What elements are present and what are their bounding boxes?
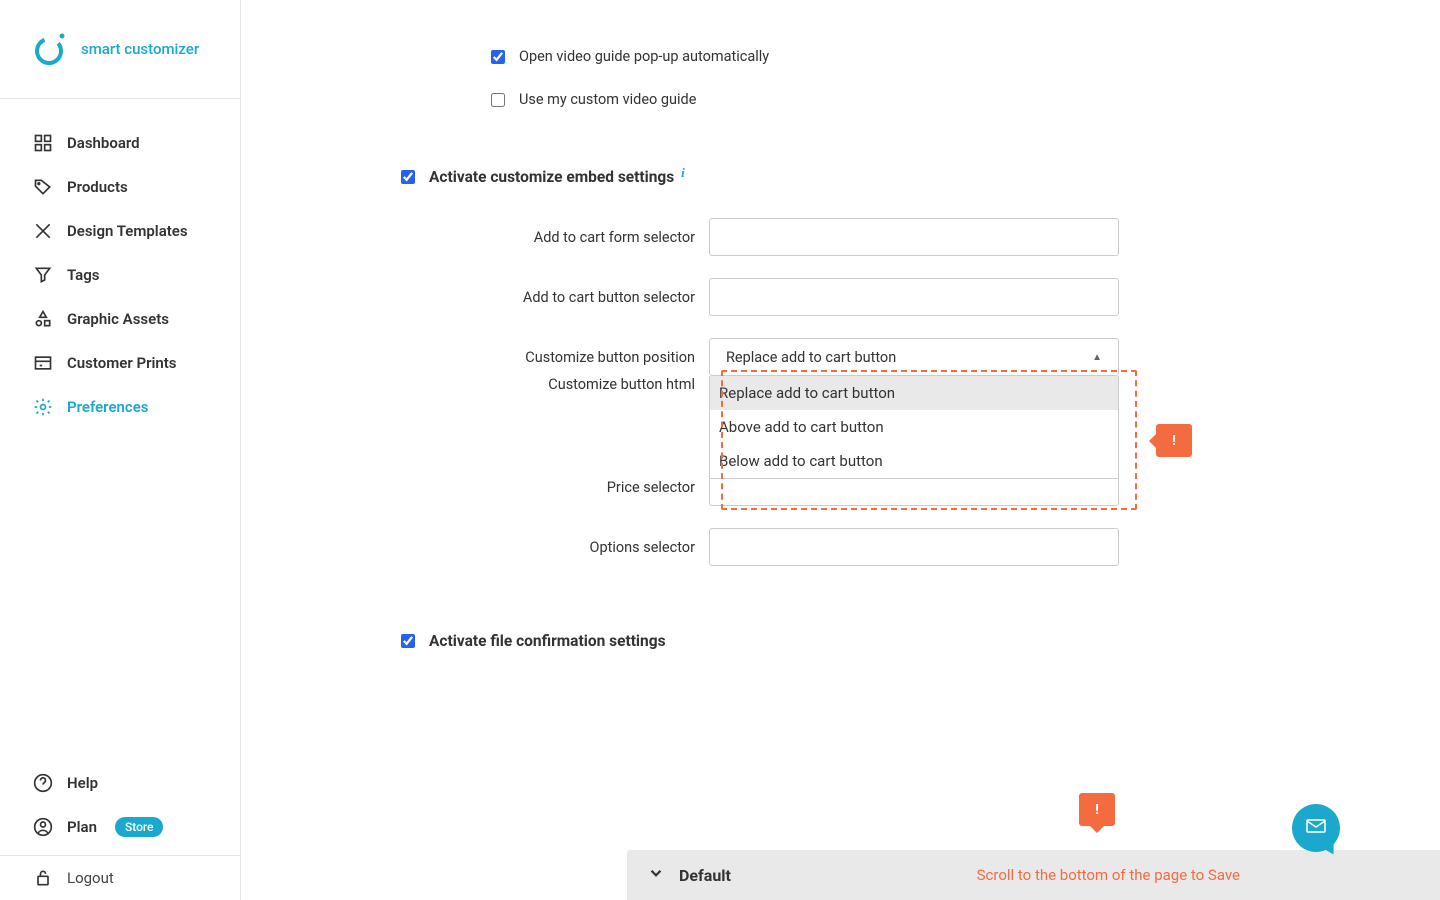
sidebar-item-label: Plan <box>67 818 97 836</box>
button-position-label: Customize button position <box>401 349 709 366</box>
sidebar-item-label: Help <box>67 774 98 792</box>
sidebar-item-tags[interactable]: Tags <box>0 253 240 297</box>
main-content: Open video guide pop-up automatically Us… <box>241 0 1440 900</box>
button-position-dropdown: Replace add to cart button Above add to … <box>709 376 1119 479</box>
logout-icon <box>33 868 53 888</box>
sidebar-item-label: Logout <box>67 869 114 887</box>
dropdown-option-replace[interactable]: Replace add to cart button <box>710 376 1118 410</box>
cart-button-label: Add to cart button selector <box>401 289 709 306</box>
chat-fab[interactable] <box>1292 804 1340 852</box>
activate-embed-checkbox[interactable] <box>401 170 415 184</box>
button-position-select-wrap: Replace add to cart button ▲ Replace add… <box>709 338 1119 376</box>
cart-form-row: Add to cart form selector <box>401 218 1440 256</box>
gear-icon <box>33 397 53 417</box>
help-icon <box>33 773 53 793</box>
sidebar-item-label: Graphic Assets <box>67 310 169 328</box>
button-position-row: Customize button position Replace add to… <box>401 338 1440 376</box>
activate-embed-label: Activate customize embed settings i <box>429 168 685 186</box>
options-selector-label: Options selector <box>401 539 709 556</box>
user-icon <box>33 817 53 837</box>
button-html-label: Customize button html <box>401 376 709 393</box>
activate-file-row: Activate file confirmation settings <box>401 632 1440 650</box>
prints-icon <box>33 353 53 373</box>
open-video-row: Open video guide pop-up automatically <box>491 48 1440 65</box>
activate-file-checkbox[interactable] <box>401 634 415 648</box>
chevron-down-icon <box>647 864 665 886</box>
button-position-selected: Replace add to cart button <box>726 349 896 366</box>
highlight-marker: ! <box>1156 424 1192 457</box>
button-position-select[interactable]: Replace add to cart button ▲ <box>709 338 1119 376</box>
plan-badge: Store <box>115 817 164 837</box>
options-selector-input[interactable] <box>709 528 1119 566</box>
sidebar-item-label: Tags <box>67 266 100 284</box>
brand-logo-area[interactable]: smart customizer <box>0 0 240 99</box>
cart-form-input[interactable] <box>709 218 1119 256</box>
save-marker: ! <box>1079 793 1115 826</box>
save-hint: Scroll to the bottom of the page to Save <box>977 866 1240 884</box>
sidebar-item-dashboard[interactable]: Dashboard <box>0 121 240 165</box>
open-video-checkbox[interactable] <box>491 50 505 64</box>
options-selector-row: Options selector <box>401 528 1440 566</box>
cart-form-label: Add to cart form selector <box>401 229 709 246</box>
cart-button-input[interactable] <box>709 278 1119 316</box>
sidebar-item-graphic-assets[interactable]: Graphic Assets <box>0 297 240 341</box>
shapes-icon <box>33 309 53 329</box>
funnel-icon <box>33 265 53 285</box>
dropdown-option-above[interactable]: Above add to cart button <box>710 410 1118 444</box>
mail-icon <box>1304 814 1328 842</box>
sidebar-item-products[interactable]: Products <box>0 165 240 209</box>
sidebar: smart customizer Dashboard Products Desi… <box>0 0 241 900</box>
activate-file-label: Activate file confirmation settings <box>429 632 666 650</box>
sidebar-item-plan[interactable]: Plan Store <box>0 805 240 849</box>
sidebar-bottom: Help Plan Store Logout <box>0 755 240 900</box>
brand-name: smart customizer <box>81 40 199 58</box>
custom-video-row: Use my custom video guide <box>491 91 1440 108</box>
sidebar-item-preferences[interactable]: Preferences <box>0 385 240 429</box>
nav-list: Dashboard Products Design Templates Tags… <box>0 99 240 755</box>
custom-video-checkbox[interactable] <box>491 93 505 107</box>
design-icon <box>33 221 53 241</box>
open-video-label: Open video guide pop-up automatically <box>519 48 769 65</box>
sidebar-item-logout[interactable]: Logout <box>0 856 240 900</box>
sidebar-item-help[interactable]: Help <box>0 761 240 805</box>
sidebar-item-customer-prints[interactable]: Customer Prints <box>0 341 240 385</box>
brand-logo-icon <box>33 32 67 66</box>
sidebar-item-label: Products <box>67 178 128 196</box>
sidebar-item-label: Design Templates <box>67 222 188 240</box>
dashboard-icon <box>33 133 53 153</box>
tag-icon <box>33 177 53 197</box>
sidebar-item-label: Customer Prints <box>67 354 177 372</box>
caret-up-icon: ▲ <box>1092 352 1102 363</box>
sidebar-item-label: Dashboard <box>67 134 140 152</box>
sidebar-item-label: Preferences <box>67 398 149 416</box>
price-selector-label: Price selector <box>401 479 709 496</box>
info-icon[interactable]: i <box>681 165 685 180</box>
activate-embed-row: Activate customize embed settings i <box>401 168 1440 186</box>
accordion-title: Default <box>679 866 731 885</box>
custom-video-label: Use my custom video guide <box>519 91 696 108</box>
dropdown-option-below[interactable]: Below add to cart button <box>710 444 1118 478</box>
cart-button-row: Add to cart button selector <box>401 278 1440 316</box>
sidebar-item-design-templates[interactable]: Design Templates <box>0 209 240 253</box>
